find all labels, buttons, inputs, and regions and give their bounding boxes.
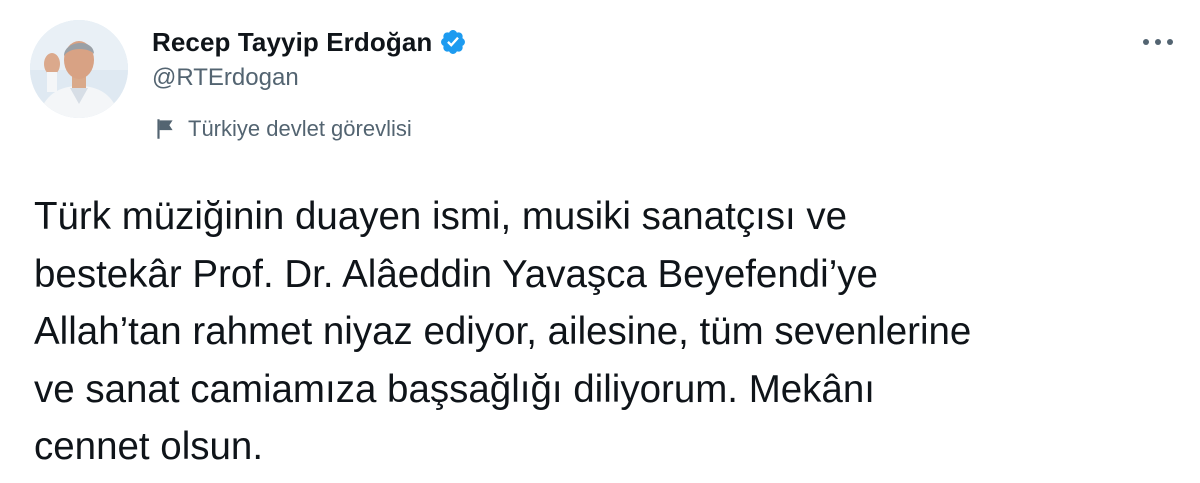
account-label-text: Türkiye devlet görevlisi xyxy=(188,116,412,141)
author-display-name[interactable]: Recep Tayyip Erdoğan xyxy=(152,27,432,58)
flag-icon xyxy=(157,119,173,139)
more-horizontal-icon xyxy=(1143,39,1173,45)
profile-photo-icon xyxy=(30,20,128,118)
more-options-button[interactable] xyxy=(1132,22,1184,62)
author-avatar[interactable] xyxy=(30,20,128,118)
author-handle[interactable]: @RTErdogan xyxy=(152,64,299,92)
tweet-text: Türk müziğinin duayen ismi, musiki sanat… xyxy=(34,195,972,468)
verified-badge-icon xyxy=(441,30,466,54)
tweet[interactable]: Recep Tayyip Erdoğan @RTErdogan Türkiye … xyxy=(0,0,1200,483)
account-label[interactable]: Türkiye devlet görevlisi xyxy=(152,113,412,145)
display-name-row: Recep Tayyip Erdoğan xyxy=(152,24,467,60)
